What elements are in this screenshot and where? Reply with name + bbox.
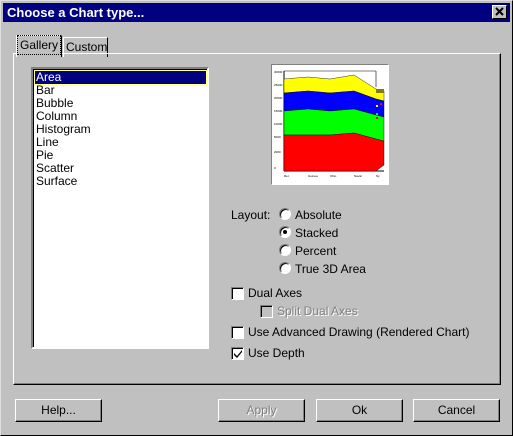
stacked-area-chart-thumbnail: 300002500020000 15000100005000 20000 Ret…: [274, 70, 385, 178]
use-depth-label[interactable]: Use Depth: [248, 346, 305, 360]
svg-text:25000: 25000: [274, 83, 283, 87]
svg-text:30000: 30000: [274, 70, 283, 74]
ok-button[interactable]: Ok: [316, 399, 403, 422]
close-button[interactable]: [492, 5, 507, 19]
split-dual-axes-checkbox[interactable]: [260, 305, 273, 318]
chart-preview: 30000 25000 20000 15000 10000 5000 2000 0 Ret…: [271, 64, 389, 185]
chart-type-dialog: Choose a Chart type... Gallery Custom Ar…: [0, 0, 513, 436]
dual-axes-label[interactable]: Dual Axes: [248, 286, 302, 300]
layout-option-true-3d-area[interactable]: True 3D Area: [295, 262, 366, 276]
list-item-histogram[interactable]: Histogram: [35, 123, 206, 136]
tab-gallery-label: Gallery: [16, 35, 62, 55]
list-item-line[interactable]: Line: [35, 136, 206, 149]
layout-option-percent[interactable]: Percent: [295, 244, 336, 258]
tab-gallery[interactable]: Gallery: [16, 35, 62, 57]
dual-axes-checkbox[interactable]: [231, 287, 244, 300]
svg-text:5000: 5000: [274, 135, 281, 139]
layout-option-absolute[interactable]: Absolute: [295, 208, 342, 222]
layout-option-stacked[interactable]: Stacked: [295, 226, 338, 240]
svg-text:20000: 20000: [274, 96, 283, 100]
svg-text:Naval: Naval: [354, 174, 362, 178]
apply-button[interactable]: Apply: [218, 399, 305, 422]
chart-type-list[interactable]: Area Bar Bubble Column Histogram Line Pi…: [31, 67, 209, 349]
split-dual-axes-label[interactable]: Split Dual Axes: [277, 304, 358, 318]
layout-radio-absolute[interactable]: [279, 208, 291, 220]
svg-text:Ret: Ret: [284, 174, 289, 178]
area-series-red: [283, 132, 385, 172]
cancel-button[interactable]: Cancel: [413, 399, 500, 422]
list-item-surface[interactable]: Surface: [35, 175, 206, 188]
svg-text:0: 0: [274, 166, 276, 170]
use-depth-checkbox[interactable]: [231, 347, 244, 360]
svg-text:15000: 15000: [274, 109, 283, 113]
layout-radio-stacked[interactable]: [279, 226, 291, 238]
layout-radio-true-3d-area[interactable]: [279, 262, 291, 274]
dialog-title: Choose a Chart type...: [7, 5, 145, 20]
advanced-drawing-label[interactable]: Use Advanced Drawing (Rendered Chart): [248, 325, 469, 339]
advanced-drawing-checkbox[interactable]: [231, 326, 244, 339]
svg-text:Ny: Ny: [376, 174, 380, 178]
title-bar[interactable]: Choose a Chart type...: [3, 3, 510, 22]
list-item-area[interactable]: Area: [34, 70, 207, 85]
help-button[interactable]: Help...: [15, 399, 102, 422]
layout-label: Layout:: [231, 208, 271, 222]
svg-text:2000: 2000: [274, 150, 281, 154]
checkmark-icon: [234, 350, 242, 358]
close-icon: [495, 7, 504, 16]
svg-text:Ohio: Ohio: [330, 174, 337, 178]
layout-radio-percent[interactable]: [279, 244, 291, 256]
svg-text:10000: 10000: [274, 122, 283, 126]
svg-text:Guinea: Guinea: [308, 174, 318, 178]
